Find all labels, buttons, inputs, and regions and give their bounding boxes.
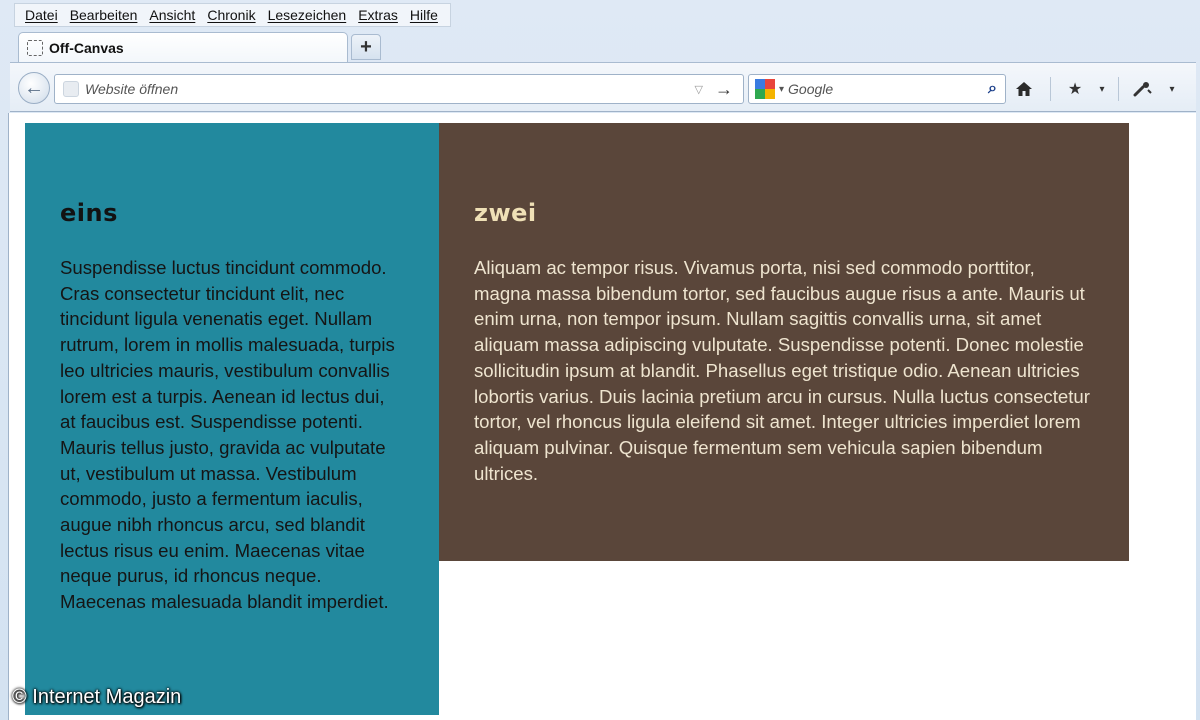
panel-heading: zwei: [474, 199, 537, 227]
chevron-down-icon: ▾: [1169, 83, 1175, 95]
toolbar-separator: [1118, 77, 1119, 101]
menu-item-extras[interactable]: Extras: [352, 4, 404, 26]
menu-item-datei[interactable]: Datei: [19, 4, 64, 26]
bookmarks-button[interactable]: ★: [1060, 75, 1090, 103]
menu-item-chronik[interactable]: Chronik: [201, 4, 261, 26]
page-favicon-icon: [27, 39, 43, 56]
back-button[interactable]: ←: [18, 72, 50, 104]
menu-item-hilfe[interactable]: Hilfe: [404, 4, 444, 26]
search-bar[interactable]: ▾ ⌕: [748, 74, 1006, 104]
home-button[interactable]: [1010, 75, 1038, 103]
bookmark-star-icon: ★: [1067, 81, 1083, 98]
menu-item-lesezeichen[interactable]: Lesezeichen: [262, 4, 353, 26]
search-engine-dropdown-icon[interactable]: ▾: [779, 84, 784, 95]
panel-text: Aliquam ac tempor risus. Vivamus porta, …: [474, 257, 1090, 484]
panel-text: Suspendisse luctus tincidunt commodo. Cr…: [60, 257, 395, 613]
history-dropdown-icon[interactable]: ▽: [695, 83, 703, 96]
toolbar-separator: [1050, 77, 1051, 101]
url-bar[interactable]: ▽ →: [54, 74, 744, 104]
copyright-watermark: © Internet Magazin: [12, 686, 182, 708]
go-arrow-icon[interactable]: →: [715, 79, 733, 100]
tab-title: Off-Canvas: [49, 39, 124, 56]
panel-zwei: zwei Aliquam ac tempor risus. Vivamus po…: [439, 123, 1129, 561]
panel-eins: eins Suspendisse luctus tincidunt commod…: [25, 123, 439, 715]
google-icon[interactable]: [755, 79, 775, 99]
browser-window: Datei Bearbeiten Ansicht Chronik Lesezei…: [0, 0, 1200, 720]
page-viewport: eins Suspendisse luctus tincidunt commod…: [8, 113, 1196, 720]
url-input[interactable]: [85, 81, 695, 97]
menu-bar: Datei Bearbeiten Ansicht Chronik Lesezei…: [14, 3, 451, 27]
navigation-toolbar: ← ▽ → ▾ ⌕ ★: [10, 62, 1196, 112]
back-arrow-icon: ←: [24, 76, 44, 99]
site-identity-icon[interactable]: [63, 81, 79, 97]
panel-heading: eins: [60, 199, 118, 227]
chevron-down-icon: ▾: [1099, 83, 1105, 95]
tools-dropdown-button[interactable]: ▾: [1164, 75, 1180, 103]
bookmarks-dropdown-button[interactable]: ▾: [1094, 75, 1110, 103]
tools-button[interactable]: [1128, 75, 1158, 103]
tab-strip: Off-Canvas +: [18, 32, 1200, 62]
tab-off-canvas[interactable]: Off-Canvas: [18, 32, 348, 62]
new-tab-button[interactable]: +: [351, 34, 381, 60]
home-icon: [1016, 82, 1032, 96]
search-icon[interactable]: ⌕: [988, 80, 997, 98]
tools-icon: [1133, 82, 1152, 97]
search-input[interactable]: [788, 81, 989, 97]
menu-item-bearbeiten[interactable]: Bearbeiten: [64, 4, 144, 26]
menu-item-ansicht[interactable]: Ansicht: [143, 4, 201, 26]
